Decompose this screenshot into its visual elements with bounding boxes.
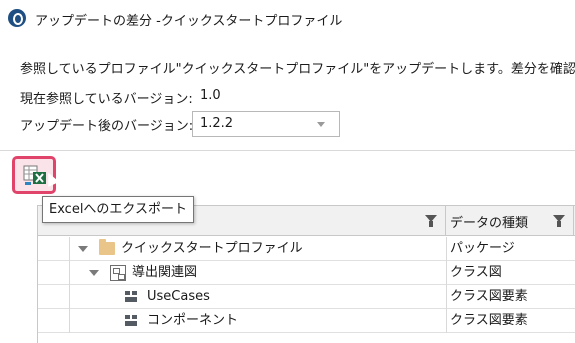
astah-logo-icon — [8, 9, 26, 27]
row-type: パッケージ — [446, 237, 574, 261]
row-gutter — [38, 261, 70, 285]
description-text: 参照しているプロファイル"クイックスタートプロファイル"をアップデートします。差… — [20, 62, 575, 77]
export-tooltip: Excelへのエクスポート — [42, 196, 195, 223]
table-row[interactable]: UseCases クラス図要素 — [38, 285, 575, 309]
row-gutter — [38, 309, 70, 333]
folder-icon — [99, 239, 115, 255]
row-name: コンポーネント — [147, 313, 239, 328]
expand-toggle-icon[interactable] — [89, 270, 99, 276]
excel-export-button[interactable] — [12, 156, 60, 194]
row-type: クラス図要素 — [446, 285, 574, 309]
chevron-down-icon — [317, 122, 325, 127]
table-row[interactable]: クイックスタートプロファイル パッケージ — [38, 237, 575, 261]
class-element-icon — [125, 291, 138, 302]
table-row[interactable]: 導出関連図 クラス図 — [38, 261, 575, 285]
version-select[interactable]: 1.2.2 — [192, 111, 340, 137]
expand-toggle-icon[interactable] — [78, 246, 88, 252]
filter-icon[interactable] — [425, 215, 437, 227]
row-type: クラス図要素 — [446, 309, 574, 333]
column-header-type[interactable]: データの種類 — [446, 206, 574, 235]
filter-icon[interactable] — [553, 215, 565, 227]
version-select-value: 1.2.2 — [200, 116, 234, 131]
divider — [0, 150, 575, 151]
current-version-label: 現在参照しているバージョン: — [20, 92, 193, 107]
title-bar: アップデートの差分 -クイックスタートプロファイル — [0, 0, 575, 38]
window-title: アップデートの差分 -クイックスタートプロファイル — [35, 14, 343, 29]
updated-version-label: アップデート後のバージョン: — [20, 119, 194, 134]
diff-table: データの種類 クイックスタートプロファイル パッケージ 導出関連図 クラス図 U… — [37, 205, 575, 343]
row-name: クイックスタートプロファイル — [121, 241, 303, 256]
class-element-icon — [125, 315, 138, 326]
row-type: クラス図 — [446, 261, 574, 285]
table-row[interactable]: コンポーネント クラス図要素 — [38, 309, 575, 333]
row-name: 導出関連図 — [132, 265, 198, 280]
row-gutter — [38, 285, 70, 309]
current-version-value: 1.0 — [200, 88, 221, 103]
class-diagram-icon — [110, 265, 126, 281]
row-gutter — [38, 237, 70, 261]
row-name: UseCases — [147, 289, 210, 304]
